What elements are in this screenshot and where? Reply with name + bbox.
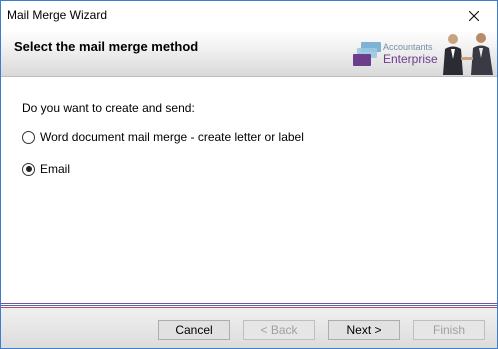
handshake-people-image: [443, 33, 493, 75]
wizard-footer: Cancel < Back Next > Finish: [1, 308, 497, 348]
back-button[interactable]: < Back: [243, 320, 315, 340]
cancel-button[interactable]: Cancel: [158, 320, 230, 340]
title-bar: Mail Merge Wizard: [1, 1, 497, 30]
option-word-mail-merge-label: Word document mail merge - create letter…: [40, 130, 304, 144]
window-title: Mail Merge Wizard: [7, 8, 108, 22]
option-word-mail-merge[interactable]: Word document mail merge - create letter…: [22, 130, 304, 144]
question-label: Do you want to create and send:: [22, 101, 195, 115]
option-email-label: Email: [40, 162, 71, 176]
close-button[interactable]: [451, 1, 497, 30]
mail-merge-wizard-window: Mail Merge Wizard Select the mail merge …: [0, 0, 498, 349]
wizard-header: Select the mail merge method Accountants…: [1, 30, 497, 77]
option-email[interactable]: Email: [22, 162, 70, 176]
close-icon: [469, 10, 479, 21]
finish-button[interactable]: Finish: [413, 320, 485, 340]
logo-text-accountants: Accountants: [383, 42, 433, 52]
logo-text-enterprise: Enterprise: [383, 52, 438, 66]
page-title: Select the mail merge method: [14, 39, 199, 54]
wizard-content: Do you want to create and send: Word doc…: [1, 77, 497, 303]
logo-mark-icon: [353, 42, 381, 66]
next-button[interactable]: Next >: [328, 320, 400, 340]
radio-word-mail-merge[interactable]: [22, 130, 35, 144]
footer-divider-blue: [1, 305, 497, 306]
accountants-enterprise-logo: Accountants Enterprise: [353, 36, 443, 72]
footer-divider-purple: [1, 303, 497, 304]
radio-email[interactable]: [22, 162, 35, 176]
